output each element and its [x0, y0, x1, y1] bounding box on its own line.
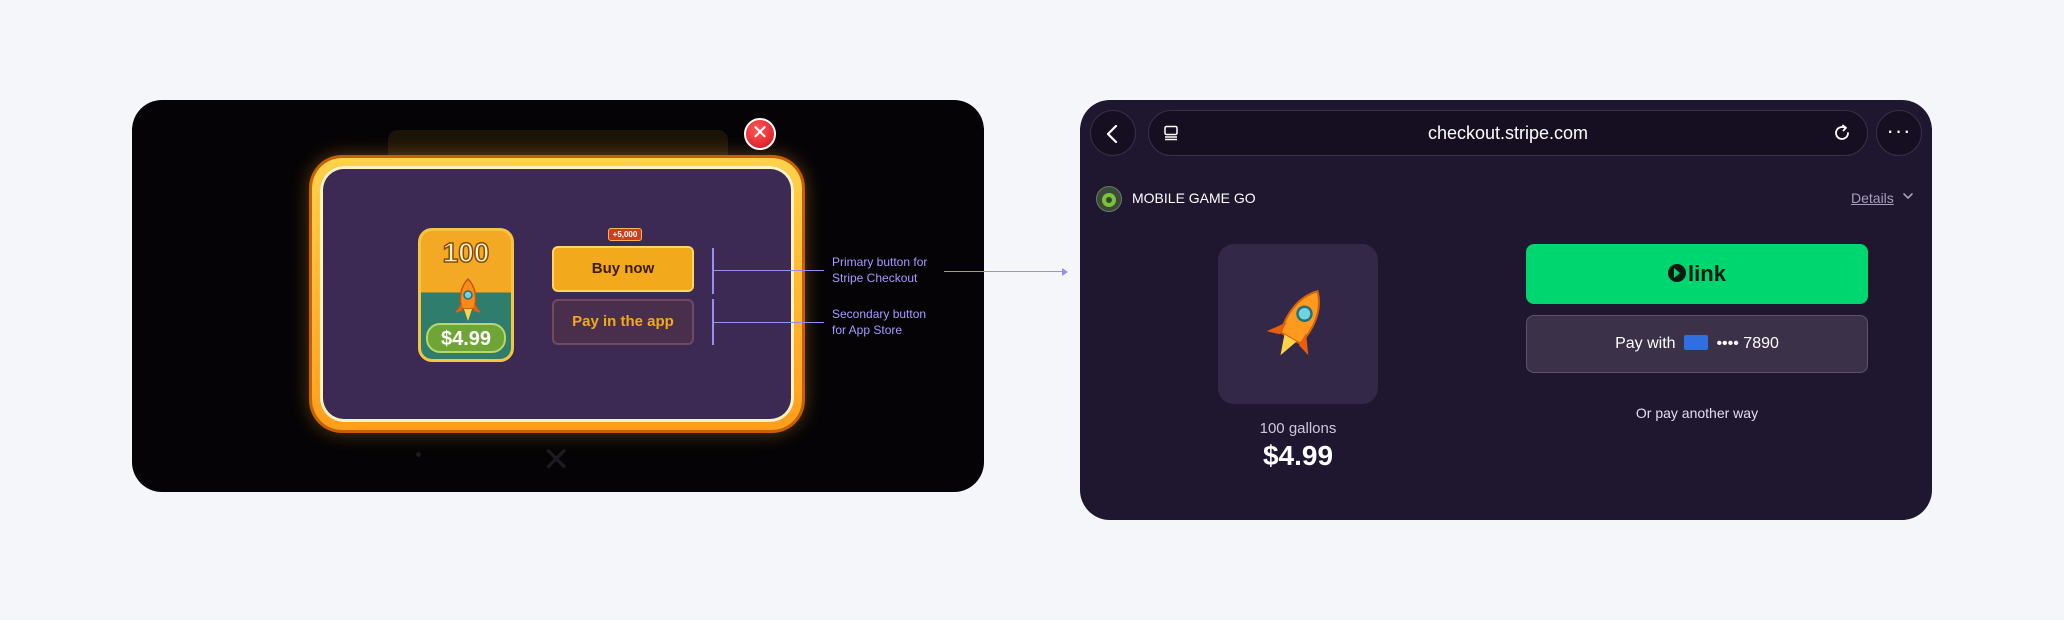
merchant-logo [1096, 186, 1122, 212]
pay-another-way-link[interactable]: Or pay another way [1526, 405, 1868, 421]
back-arrow-icon[interactable] [1090, 110, 1136, 156]
url-bar[interactable]: checkout.stripe.com [1148, 110, 1868, 156]
background-dot [416, 452, 421, 457]
link-pay-button[interactable]: link [1526, 244, 1868, 304]
annotation-primary: Primary button for Stripe Checkout [832, 255, 928, 285]
product-name: 100 gallons [1259, 420, 1337, 437]
purchase-dialog [312, 158, 802, 430]
pay-in-app-button[interactable]: Pay in the app [552, 299, 694, 345]
product-image [1218, 244, 1378, 404]
bonus-badge: +5,000 [608, 228, 642, 241]
chevron-down-icon[interactable] [1902, 190, 1914, 205]
game-panel: ✕ ✕ 100 $4.99 +5,000 Buy now Pay in the … [132, 100, 984, 492]
card-number: •••• 7890 [1716, 335, 1779, 352]
product-quantity: 100 [442, 236, 490, 269]
rocket-icon [1266, 289, 1320, 356]
flow-arrow-head [1062, 268, 1068, 276]
url-text: checkout.stripe.com [1427, 123, 1589, 143]
product-card: 100 $4.99 [418, 228, 514, 362]
purchase-dialog-body [320, 166, 794, 422]
product-price: $4.99 [426, 323, 506, 353]
card-brand-icon [1684, 335, 1708, 351]
pay-with-card-button[interactable]: Pay with •••• 7890 [1526, 315, 1868, 373]
close-icon[interactable]: ✕ [744, 118, 776, 150]
pay-with-label: Pay with [1615, 335, 1676, 352]
product-price: $4.99 [1262, 440, 1334, 471]
link-label: link [1688, 261, 1726, 286]
more-icon[interactable]: ··· [1876, 110, 1922, 156]
details-link[interactable]: Details [1851, 190, 1894, 206]
buy-now-button[interactable]: Buy now [552, 246, 694, 292]
checkout-panel: checkout.stripe.com ··· MOBILE GAME GO D… [1080, 100, 1932, 520]
flow-arrow-line [944, 271, 1064, 272]
annotation-line-secondary [714, 322, 824, 323]
link-logo-icon [1668, 264, 1687, 283]
merchant-name: MOBILE GAME GO [1132, 190, 1256, 206]
annotation-bracket-primary [712, 248, 714, 294]
rocket-icon [455, 277, 481, 321]
reload-icon[interactable] [1833, 124, 1851, 142]
annotation-secondary: Secondary button for App Store [832, 307, 927, 337]
annotation-line-primary [714, 270, 824, 271]
background-close-icon: ✕ [542, 441, 571, 479]
